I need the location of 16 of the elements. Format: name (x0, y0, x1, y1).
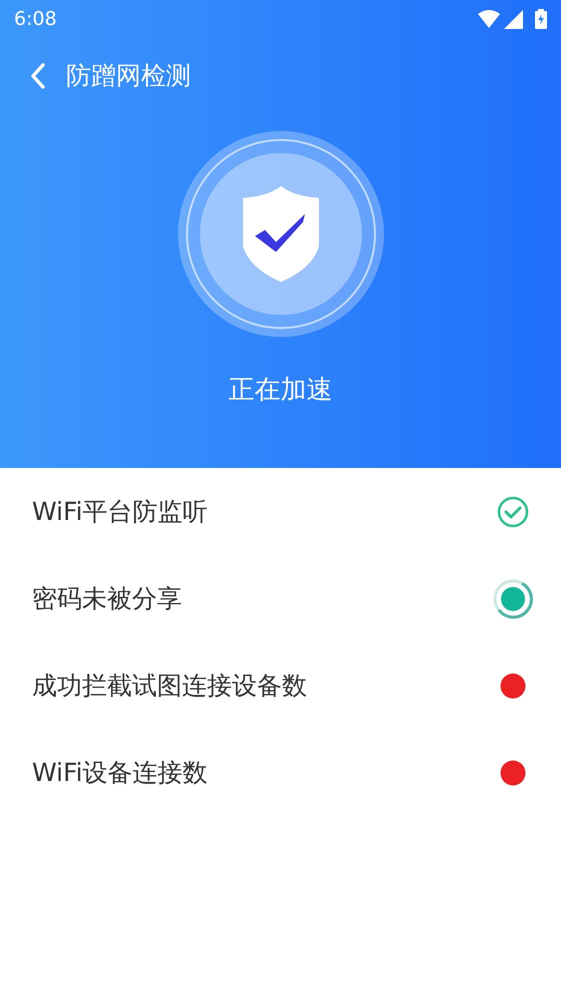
back-button[interactable] (30, 62, 46, 90)
status-dot-icon (500, 672, 526, 698)
shield-check-icon (242, 186, 318, 282)
battery-icon (535, 9, 547, 29)
wifi-icon (478, 10, 500, 28)
status-dot-icon (500, 760, 526, 786)
check-circle-icon (497, 496, 529, 528)
check-label: 成功拦截试图连接设备数 (32, 670, 307, 702)
status-caption: 正在加速 (228, 374, 334, 407)
page-title: 防蹭网检测 (66, 60, 191, 92)
check-label: 密码未被分享 (32, 582, 182, 615)
loading-spinner-icon (492, 578, 534, 620)
check-label: WiFi设备连接数 (32, 756, 208, 789)
signal-icon (504, 10, 523, 28)
status-time: 6:08 (14, 6, 57, 32)
check-label: WiFi平台防监听 (32, 496, 208, 528)
